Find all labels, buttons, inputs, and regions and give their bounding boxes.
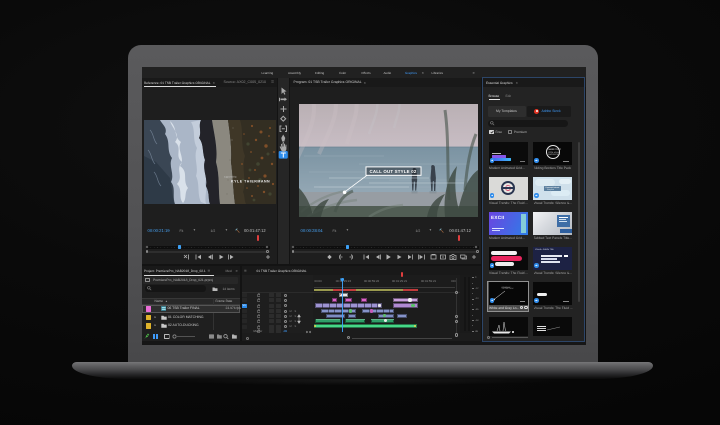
svg-text:supported by: supported by bbox=[224, 176, 238, 179]
svg-text:KYLE THIERMANN: KYLE THIERMANN bbox=[231, 180, 270, 184]
svg-text:CALL OUT STYLE 02: CALL OUT STYLE 02 bbox=[369, 169, 416, 174]
